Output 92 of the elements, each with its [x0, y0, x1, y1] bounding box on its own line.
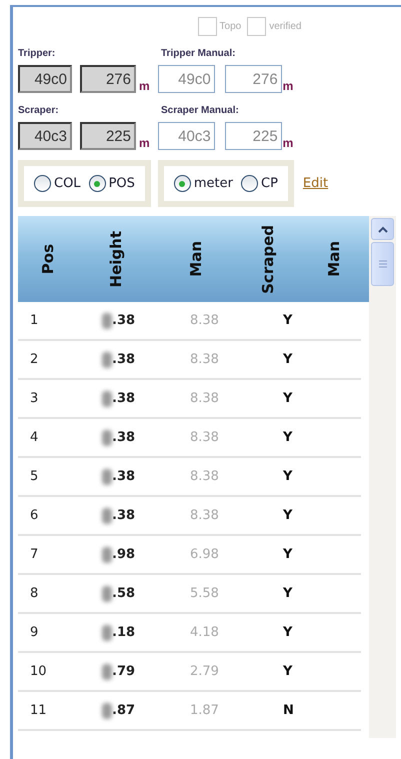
table-cell-text: 1	[29, 313, 40, 328]
radio-button[interactable]	[34, 175, 51, 192]
column-header[interactable]: Scraped	[259, 224, 277, 294]
grip-icon	[378, 260, 386, 268]
table-cell-text: 8.38	[189, 352, 220, 367]
table-cell-text: Y	[282, 391, 294, 406]
column-header[interactable]: Man	[186, 241, 204, 277]
table-cell-text: N	[282, 703, 295, 718]
table-cell-text: Y	[282, 586, 294, 601]
table-cell-text: 4	[29, 430, 40, 445]
code-field[interactable]: 40c3	[158, 122, 215, 150]
checkbox-label: verified	[269, 21, 302, 32]
table-cell-text: 4.18	[189, 625, 220, 640]
distance-field[interactable]: 276	[224, 65, 282, 93]
scroll-thumb[interactable]	[371, 242, 394, 286]
redaction-mark	[102, 664, 112, 680]
radio-label: CP	[261, 176, 278, 191]
column-header[interactable]: Man	[324, 241, 342, 277]
table-cell-text: 10	[29, 664, 48, 679]
redaction-mark	[102, 312, 112, 328]
code-field[interactable]: 49c0	[18, 65, 72, 93]
table-cell-text: Y	[282, 625, 294, 640]
table-cell-text: 11	[29, 703, 48, 718]
table-cell-text: Y	[282, 508, 294, 523]
distance-field[interactable]: 225	[224, 122, 282, 150]
radio-label: meter	[194, 176, 233, 191]
code-field[interactable]: 40c3	[18, 122, 72, 150]
radio-button[interactable]	[88, 175, 106, 192]
field-label: Tripper:	[18, 48, 56, 59]
table-cell-text: Y	[282, 352, 294, 367]
table-cell: .38	[88, 352, 168, 368]
table-cell: .38	[88, 390, 168, 406]
radio-label: COL	[54, 176, 81, 191]
table-cell-text: 5.58	[189, 586, 220, 601]
column-header[interactable]: Pos	[39, 244, 57, 274]
table-cell-text: 9	[29, 625, 40, 640]
redaction-mark	[102, 468, 112, 484]
table-cell: .38	[88, 508, 168, 524]
table-cell-text: 8	[29, 586, 40, 601]
table-cell-text: 5	[29, 469, 40, 484]
table-cell: .87	[88, 702, 168, 718]
table-cell-text: 1.87	[189, 703, 220, 718]
field-label: Tripper Manual:	[161, 48, 236, 59]
table-cell-text: Y	[282, 430, 294, 445]
unit-label: m	[282, 136, 294, 150]
distance-field[interactable]: 276	[80, 65, 136, 93]
unit-label: m	[282, 79, 294, 93]
redaction-mark	[102, 430, 112, 446]
redaction-mark	[102, 508, 112, 524]
table-cell-text: 8.38	[189, 430, 220, 445]
redaction-mark	[102, 624, 112, 640]
redaction-mark	[102, 390, 112, 406]
table-cell: .58	[88, 586, 168, 602]
table-cell-text: 6.98	[189, 547, 220, 562]
table-cell: .38	[88, 312, 168, 328]
radio-button[interactable]	[241, 175, 258, 192]
table-cell-text: 8.38	[189, 508, 220, 523]
column-header[interactable]: Height	[106, 230, 124, 288]
table-cell-text: 8.38	[189, 313, 220, 328]
unit-label: m	[139, 136, 150, 150]
checkbox-label: Topo	[220, 21, 242, 32]
redaction-mark	[102, 586, 112, 602]
table-cell: .79	[88, 664, 168, 680]
radio-button[interactable]	[174, 175, 191, 192]
redaction-mark	[102, 352, 112, 368]
table-cell: .98	[88, 546, 168, 562]
unit-label: m	[139, 79, 150, 93]
scrollbar[interactable]	[369, 216, 396, 738]
caret-up-icon	[378, 226, 388, 232]
redaction-mark	[102, 546, 112, 562]
table-cell-text: Y	[282, 313, 294, 328]
table-cell-text: 6	[29, 508, 40, 523]
table-cell: .18	[88, 624, 168, 640]
table-cell: .38	[88, 468, 168, 484]
redaction-mark	[102, 702, 112, 718]
edit-link[interactable]: Edit	[302, 176, 328, 191]
table-cell-text: 7	[29, 547, 40, 562]
field-label: Scraper:	[18, 105, 60, 116]
table-cell-text: Y	[282, 469, 294, 484]
radio-label: POS	[108, 176, 135, 191]
table-cell-text: 8.38	[189, 469, 220, 484]
table-cell: .38	[88, 430, 168, 446]
field-label: Scraper Manual:	[161, 105, 239, 116]
table-cell-text: Y	[282, 664, 294, 679]
table-cell-text: 3	[29, 391, 40, 406]
table-cell-text: 8.38	[189, 391, 220, 406]
scroll-up-button[interactable]	[371, 218, 394, 240]
distance-field[interactable]: 225	[80, 122, 136, 150]
table-cell-text: Y	[282, 547, 294, 562]
code-field[interactable]: 49c0	[158, 65, 215, 93]
table-cell-text: 2	[29, 352, 40, 367]
table-cell-text: 2.79	[189, 664, 220, 679]
